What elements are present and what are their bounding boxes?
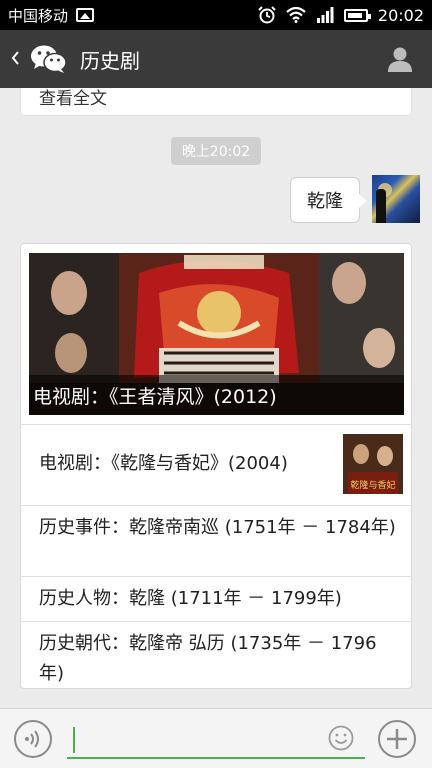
carrier-name: 中国移动: [8, 6, 69, 25]
news-item-thumbnail: 乾隆与香妃: [343, 434, 403, 494]
news-item[interactable]: 历史朝代：乾隆帝 弘历 (1735年 － 1796年): [21, 621, 413, 689]
user-message-text: 乾隆: [307, 191, 343, 212]
news-item[interactable]: 历史事件：乾隆帝南巡 (1751年 － 1784年): [21, 505, 413, 576]
message-input[interactable]: [67, 721, 365, 759]
status-time: 20:02: [377, 5, 424, 25]
battery-icon: [343, 8, 371, 22]
signal-icon: [316, 7, 334, 23]
voice-button[interactable]: [14, 720, 52, 758]
news-card: 电视剧：《王者清风》(2012) 电视剧：《乾隆与香妃》(2004) 乾隆与香妃…: [20, 243, 413, 689]
message-timestamp: 晚上20:02: [171, 137, 261, 165]
read-full-text-link[interactable]: 查看全文: [39, 88, 107, 109]
emoji-icon: [328, 725, 354, 751]
plus-icon: [387, 729, 407, 749]
alarm-icon: [258, 6, 276, 24]
chat-area[interactable]: 查看全文 晚上20:02 乾隆 电视剧：《王者清风》(2012) 电视剧：《乾隆…: [0, 88, 432, 708]
previous-message-card[interactable]: 查看全文: [20, 88, 412, 116]
wechat-logo-icon[interactable]: [30, 44, 67, 74]
cover-caption: 电视剧：《王者清风》(2012): [29, 375, 404, 415]
text-cursor: [73, 727, 75, 753]
input-bar: [0, 708, 432, 768]
chat-title: 历史剧: [80, 48, 140, 73]
thumbnail-caption: 乾隆与香妃: [350, 479, 395, 491]
back-icon: [11, 50, 19, 65]
news-item-text: 电视剧：《乾隆与香妃》(2004): [39, 453, 288, 474]
emoji-button[interactable]: [327, 724, 355, 752]
status-bar: 中国移动 20:02: [0, 0, 432, 30]
news-item[interactable]: 电视剧：《乾隆与香妃》(2004) 乾隆与香妃: [21, 424, 413, 505]
news-cover[interactable]: 电视剧：《王者清风》(2012): [29, 253, 404, 415]
wifi-icon: [286, 7, 306, 23]
more-button[interactable]: [378, 720, 416, 758]
back-button[interactable]: [10, 47, 24, 72]
user-icon[interactable]: [388, 46, 412, 72]
news-item-text: 历史人物：乾隆 (1711年 － 1799年): [39, 588, 342, 609]
user-avatar[interactable]: [372, 175, 420, 223]
title-bar: 历史剧: [0, 30, 432, 88]
user-message-row: 乾隆: [290, 175, 420, 223]
news-item-text: 历史事件：乾隆帝南巡 (1751年 － 1784年): [39, 517, 396, 538]
voice-icon: [25, 730, 39, 748]
image-notification-icon: [76, 8, 95, 22]
user-message-bubble[interactable]: 乾隆: [290, 177, 367, 223]
news-item-text: 历史朝代：乾隆帝 弘历 (1735年 － 1796年): [39, 633, 377, 684]
news-item[interactable]: 历史人物：乾隆 (1711年 － 1799年): [21, 576, 413, 621]
